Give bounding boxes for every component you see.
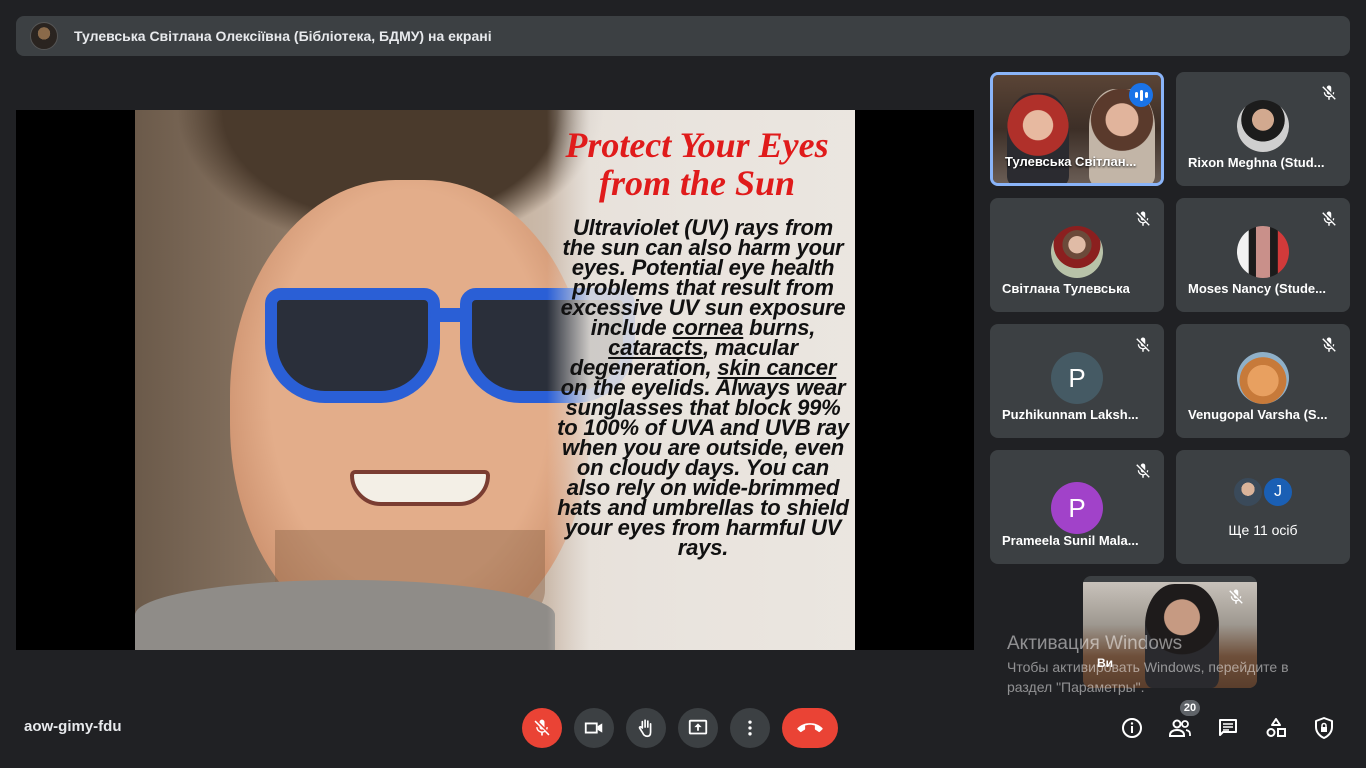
participant-tile[interactable]: Moses Nancy (Stude...: [1176, 198, 1350, 312]
people-icon: [1169, 719, 1191, 737]
slide-body-segment: on the eyelids. Always wear sunglasses t…: [557, 375, 849, 560]
more-participants-tile[interactable]: J Ще 11 осіб: [1176, 450, 1350, 564]
chat-button[interactable]: [1214, 714, 1242, 742]
mic-off-icon: [1322, 337, 1336, 352]
camera-icon: [584, 722, 603, 734]
meeting-code[interactable]: aow-gimy-fdu: [24, 718, 122, 735]
more-participants-label: Ще 11 осіб: [1228, 522, 1298, 538]
activities-button[interactable]: [1262, 714, 1290, 742]
participant-name: Тулевська Світлан...: [1005, 154, 1137, 169]
meeting-details-button[interactable]: [1118, 714, 1146, 742]
mic-off-icon: [1136, 211, 1150, 226]
participant-avatar: [1237, 100, 1289, 152]
participant-avatar: [1232, 476, 1264, 508]
participant-name: Світлана Тулевська: [1002, 281, 1130, 296]
info-icon: [1122, 718, 1142, 738]
mic-off-icon: [1322, 211, 1336, 226]
windows-activation-watermark: Активация Windows Чтобы активировать Win…: [1007, 633, 1337, 697]
participant-avatar: [1237, 352, 1289, 404]
presentation-slide: Protect Your Eyes from the Sun Ultraviol…: [135, 110, 855, 650]
host-controls-button[interactable]: [1310, 714, 1338, 742]
participant-tile[interactable]: Rixon Meghna (Stud...: [1176, 72, 1350, 186]
mic-off-icon: [1322, 85, 1336, 100]
more-options-icon: [748, 720, 752, 736]
presentation-stage: Protect Your Eyes from the Sun Ultraviol…: [16, 110, 974, 650]
end-call-icon: [797, 723, 823, 733]
camera-toggle-button[interactable]: [574, 708, 614, 748]
presenter-text: Тулевська Світлана Олексіївна (Бібліотек…: [74, 28, 492, 44]
present-icon: [688, 719, 708, 735]
participant-tile[interactable]: Світлана Тулевська: [990, 198, 1164, 312]
participant-name: Prameela Sunil Mala...: [1002, 533, 1139, 548]
chat-icon: [1219, 719, 1237, 736]
participant-avatar: [1051, 226, 1103, 278]
watermark-subtitle: Чтобы активировать Windows, перейдите в …: [1007, 659, 1289, 695]
speaking-indicator-icon: [1129, 83, 1153, 107]
mic-off-icon: [1136, 463, 1150, 478]
participant-avatar: P: [1051, 482, 1103, 534]
people-button[interactable]: [1166, 714, 1194, 742]
end-call-button[interactable]: [782, 708, 838, 748]
shield-lock-icon: [1315, 717, 1333, 739]
slide-body-text: Ultraviolet (UV) rays from the sun can a…: [555, 217, 851, 560]
participant-name: Puzhikunnam Laksh...: [1002, 407, 1139, 422]
watermark-title: Активация Windows: [1007, 633, 1183, 654]
presenter-avatar: [30, 22, 58, 50]
participant-avatar: [1237, 226, 1289, 278]
present-screen-button[interactable]: [678, 708, 718, 748]
participant-avatar: P: [1051, 352, 1103, 404]
mic-off-icon: [1136, 337, 1150, 352]
participant-name: Venugopal Varsha (S...: [1188, 407, 1328, 422]
participant-name: Rixon Meghna (Stud...: [1188, 155, 1325, 170]
activities-icon: [1266, 718, 1286, 737]
participant-avatar: J: [1262, 476, 1294, 508]
more-options-button[interactable]: [730, 708, 770, 748]
mic-toggle-button[interactable]: [522, 708, 562, 748]
participant-tile[interactable]: Venugopal Varsha (S...: [1176, 324, 1350, 438]
slide-title: Protect Your Eyes from the Sun: [565, 125, 829, 203]
mic-off-icon: [1229, 589, 1243, 604]
raise-hand-icon: [638, 719, 652, 738]
mic-off-icon: [534, 719, 550, 736]
participant-tile[interactable]: P Prameela Sunil Mala...: [990, 450, 1164, 564]
presenter-banner: Тулевська Світлана Олексіївна (Бібліотек…: [16, 16, 1350, 56]
participant-tile[interactable]: P Puzhikunnam Laksh...: [990, 324, 1164, 438]
raise-hand-button[interactable]: [626, 708, 666, 748]
participant-tile-presenter[interactable]: Тулевська Світлан...: [990, 72, 1164, 186]
people-count-badge: 20: [1180, 700, 1200, 716]
participant-name: Moses Nancy (Stude...: [1188, 281, 1326, 296]
